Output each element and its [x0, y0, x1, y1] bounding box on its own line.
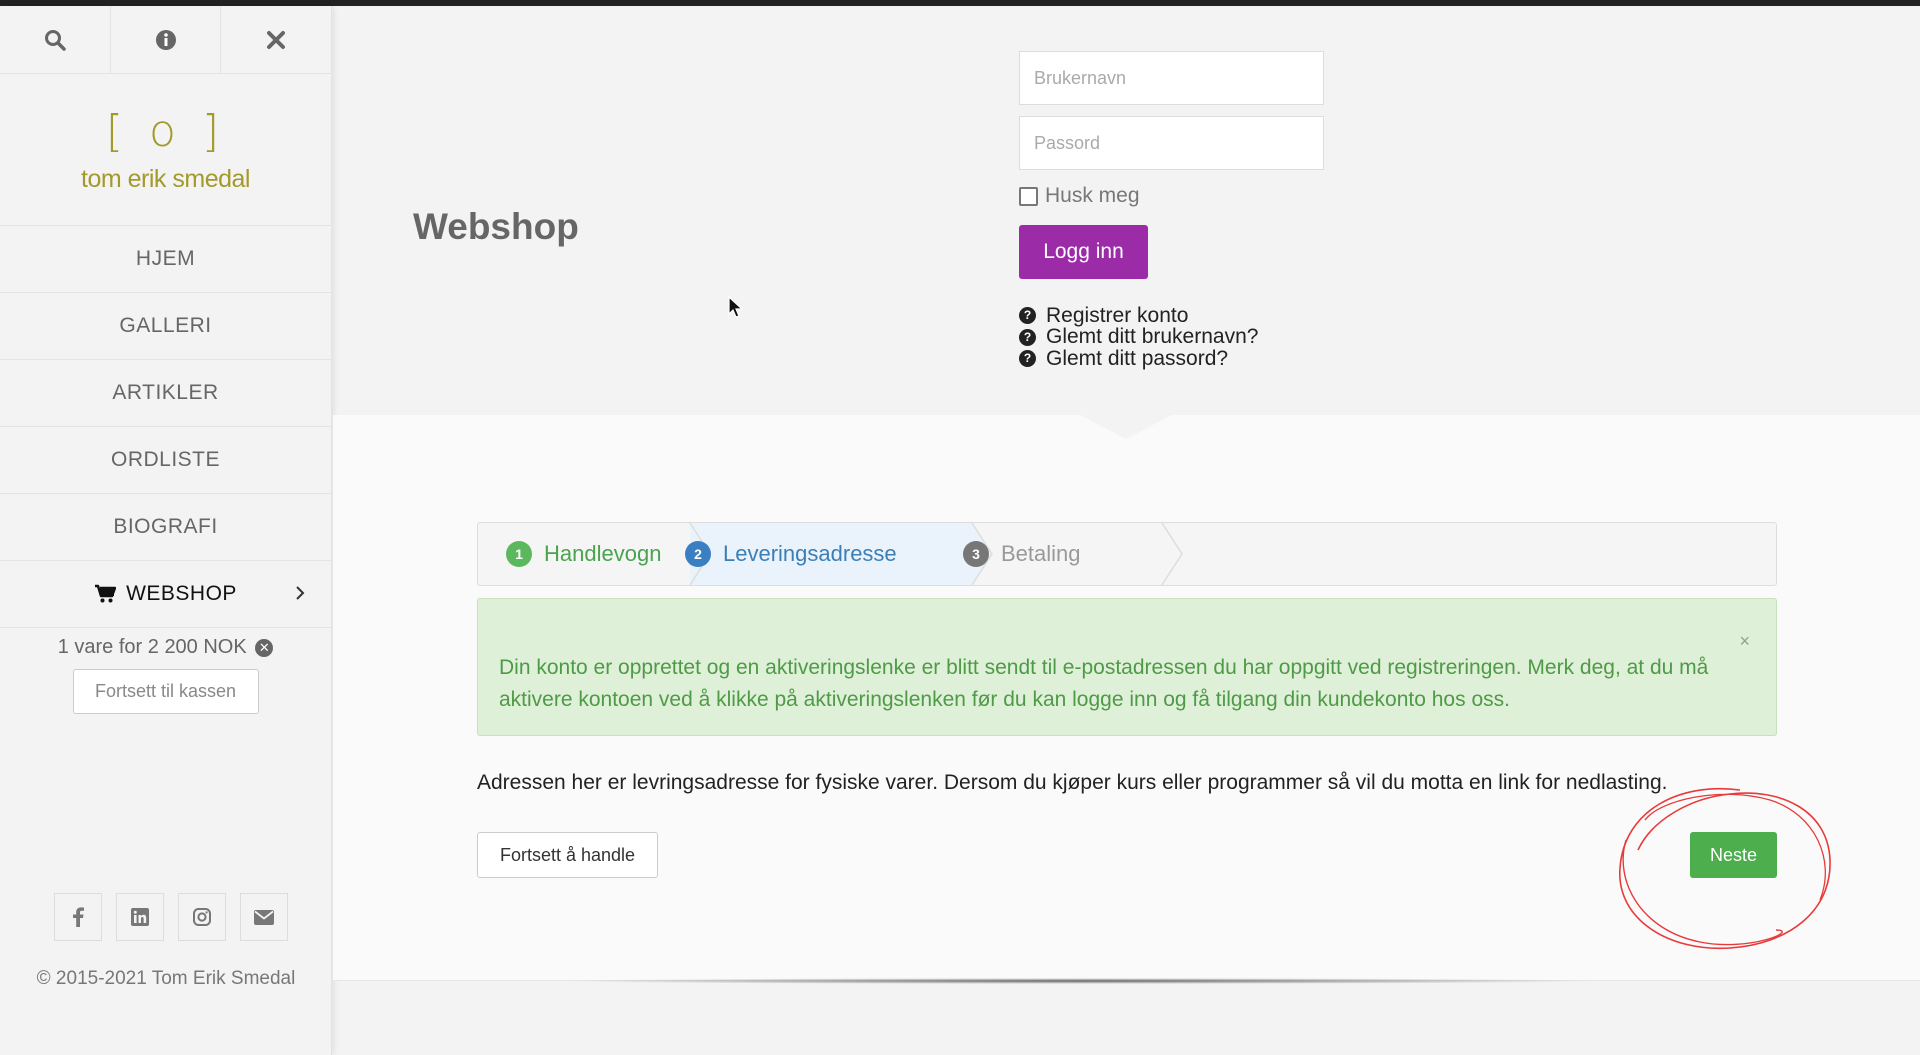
nav-item-artikler[interactable]: ARTIKLER [0, 360, 331, 427]
nav-item-hjem[interactable]: HJEM [0, 226, 331, 293]
step-delivery-address[interactable]: 2 Leveringsadresse [685, 523, 897, 585]
alert-message: Din konto er opprettet og en aktiverings… [499, 656, 1709, 711]
nav-item-ordliste[interactable]: ORDLISTE [0, 427, 331, 494]
delivery-info-text: Adressen her er levringsadresse for fysi… [477, 771, 1668, 794]
question-icon: ? [1019, 328, 1036, 346]
sidebar: [ o ] tom erik smedal HJEM GALLERI ARTIK… [0, 6, 332, 1055]
step-label: Leveringsadresse [723, 541, 897, 566]
panel-shadow [560, 978, 1600, 984]
forgot-password-label: Glemt ditt passord? [1046, 346, 1229, 370]
social-links [54, 893, 288, 941]
envelope-icon[interactable] [240, 893, 288, 941]
step-number: 1 [506, 541, 532, 567]
logo-text: tom erik smedal [81, 164, 250, 193]
cart-summary: 1 vare for 2 200 NOK ✕ [0, 628, 331, 659]
close-icon [267, 30, 286, 49]
remember-me[interactable]: Husk meg [1019, 184, 1324, 208]
checkout-button[interactable]: Fortsett til kassen [72, 669, 259, 714]
remember-label: Husk meg [1045, 184, 1140, 207]
continue-shopping-button[interactable]: Fortsett å handle [477, 832, 658, 878]
copyright-text: © 2015-2021 Tom Erik Smedal [36, 968, 296, 989]
search-button[interactable] [0, 6, 111, 73]
nav-item-galleri[interactable]: GALLERI [0, 293, 331, 360]
shopping-cart-icon [95, 584, 117, 603]
red-circle-annotation [1619, 787, 1831, 950]
instagram-icon[interactable] [178, 893, 226, 941]
logo-mark: [ o ] [105, 105, 226, 157]
alert-close-button[interactable]: × [1739, 625, 1750, 657]
info-icon [155, 29, 176, 50]
info-button[interactable] [111, 6, 222, 73]
nav-label: HJEM [135, 247, 196, 270]
account-links: ? Registrer konto ? Glemt ditt brukernavn?… [1019, 303, 1324, 370]
question-icon: ? [1019, 350, 1036, 368]
step-label: Betaling [1001, 541, 1081, 566]
checkout-steps: 1 Handlevogn 2 Leveringsadresse 3 Betaling [477, 522, 1777, 586]
page-title: Webshop [413, 206, 579, 247]
search-icon [44, 29, 66, 51]
nav-item-biografi[interactable]: BIOGRAFI [0, 494, 331, 561]
close-button[interactable] [221, 6, 331, 73]
mouse-cursor-icon [728, 296, 744, 318]
nav-label: GALLERI [119, 314, 212, 337]
login-button[interactable]: Logg inn [1019, 225, 1148, 279]
forgot-password-link[interactable]: ? Glemt ditt passord? [1019, 346, 1324, 370]
nav-label: ARTIKLER [112, 381, 219, 404]
chevron-right-icon [296, 586, 305, 600]
panel-notch [1078, 414, 1174, 439]
success-alert: × Din konto er opprettet og en aktiverin… [477, 598, 1777, 736]
register-link[interactable]: ? Registrer konto [1019, 303, 1324, 327]
linkedin-icon[interactable] [116, 893, 164, 941]
register-link-label: Registrer konto [1046, 303, 1189, 327]
nav-item-webshop[interactable]: WEBSHOP [0, 561, 331, 628]
forgot-username-label: Glemt ditt brukernavn? [1046, 325, 1259, 349]
sidebar-toolbar [0, 6, 331, 74]
nav-label: WEBSHOP [126, 582, 237, 605]
nav-label: ORDLISTE [110, 448, 221, 471]
step-payment[interactable]: 3 Betaling [963, 523, 1081, 585]
step-separators [689, 523, 1183, 585]
question-icon: ? [1019, 307, 1036, 325]
remove-cart-icon[interactable]: ✕ [255, 639, 274, 657]
forgot-username-link[interactable]: ? Glemt ditt brukernavn? [1019, 325, 1324, 349]
username-input[interactable] [1019, 51, 1324, 105]
login-form: Husk meg Logg inn ? Registrer konto ? Glem… [1019, 51, 1324, 370]
step-label: Handlevogn [544, 541, 662, 566]
step-number: 3 [963, 541, 989, 567]
site-logo[interactable]: [ o ] tom erik smedal [0, 74, 331, 226]
step-number: 2 [685, 541, 711, 567]
nav-label: BIOGRAFI [113, 515, 218, 538]
facebook-icon[interactable] [54, 893, 102, 941]
remember-checkbox[interactable] [1019, 186, 1038, 206]
password-input[interactable] [1019, 116, 1324, 170]
cart-summary-text: 1 vare for 2 200 NOK [57, 636, 247, 658]
step-cart[interactable]: 1 Handlevogn [506, 523, 661, 585]
